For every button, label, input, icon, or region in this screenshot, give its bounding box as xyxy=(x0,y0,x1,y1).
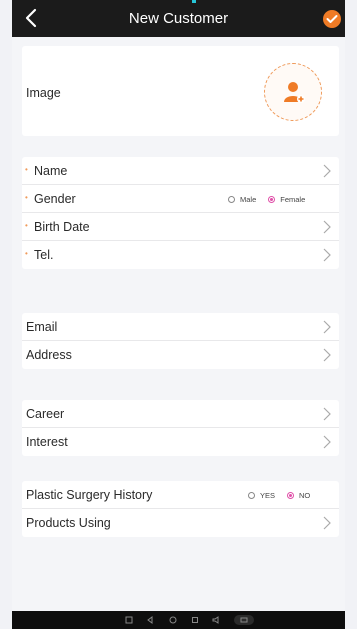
career-label: Career xyxy=(26,407,65,421)
gender-male-option[interactable]: Male xyxy=(228,195,256,204)
menu-nav-icon[interactable] xyxy=(124,615,134,625)
add-user-icon xyxy=(284,82,305,103)
gender-label: Gender xyxy=(34,192,76,206)
address-label: Address xyxy=(26,348,72,362)
birth-date-label: Birth Date xyxy=(34,220,90,234)
chevron-right-icon xyxy=(323,248,331,262)
chevron-right-icon xyxy=(323,348,331,362)
chevron-right-icon xyxy=(323,220,331,234)
gender-row: • Gender Male Female xyxy=(22,185,339,213)
name-row[interactable]: • Name xyxy=(22,157,339,185)
surgery-history-row: Plastic Surgery History YES NO xyxy=(22,481,339,509)
gender-radio-group: Male Female xyxy=(228,195,317,204)
radio-selected-icon xyxy=(268,196,276,203)
page-title: New Customer xyxy=(128,10,229,27)
recents-nav-icon[interactable] xyxy=(190,615,200,625)
app-header: New Customer xyxy=(12,0,345,37)
required-marker: • xyxy=(25,193,28,202)
required-marker: • xyxy=(25,221,28,230)
surgery-history-label: Plastic Surgery History xyxy=(26,488,153,502)
volume-nav-icon[interactable] xyxy=(211,615,221,625)
chevron-right-icon xyxy=(323,407,331,421)
profile-card: Career Interest xyxy=(22,400,339,456)
back-nav-icon[interactable] xyxy=(145,615,155,625)
avatar-upload-button[interactable] xyxy=(264,63,322,121)
products-using-row[interactable]: Products Using xyxy=(22,509,339,537)
system-nav-bar xyxy=(12,611,345,629)
surgery-radio-group: YES NO xyxy=(248,491,322,500)
tel-label: Tel. xyxy=(34,248,54,262)
app-frame: New Customer Image • Name • Gender Male … xyxy=(12,0,345,629)
confirm-check-icon[interactable] xyxy=(323,10,341,28)
tel-row[interactable]: • Tel. xyxy=(22,241,339,269)
career-row[interactable]: Career xyxy=(22,400,339,428)
image-card: Image xyxy=(22,46,339,136)
required-marker: • xyxy=(25,165,28,174)
interest-label: Interest xyxy=(26,435,68,449)
history-card: Plastic Surgery History YES NO Products … xyxy=(22,481,339,537)
products-using-label: Products Using xyxy=(26,516,111,530)
chevron-right-icon xyxy=(323,435,331,449)
screenshot-nav-icon[interactable] xyxy=(234,615,254,625)
radio-unselected-icon xyxy=(248,492,255,499)
chevron-right-icon xyxy=(323,516,331,530)
basic-info-card: • Name • Gender Male Female • Birth Date… xyxy=(22,157,339,269)
email-label: Email xyxy=(26,320,58,334)
name-label: Name xyxy=(34,164,68,178)
status-indicator xyxy=(192,0,196,3)
image-label: Image xyxy=(26,86,61,100)
radio-unselected-icon xyxy=(228,196,235,203)
interest-row[interactable]: Interest xyxy=(22,428,339,456)
surgery-no-option[interactable]: NO xyxy=(287,491,310,500)
gender-female-option[interactable]: Female xyxy=(268,195,305,204)
birth-date-row[interactable]: • Birth Date xyxy=(22,213,339,241)
chevron-right-icon xyxy=(323,164,331,178)
surgery-yes-option[interactable]: YES xyxy=(248,491,275,500)
chevron-right-icon xyxy=(323,320,331,334)
home-nav-icon[interactable] xyxy=(168,615,178,625)
required-marker: • xyxy=(25,249,28,258)
address-row[interactable]: Address xyxy=(22,341,339,369)
contact-card: Email Address xyxy=(22,313,339,369)
email-row[interactable]: Email xyxy=(22,313,339,341)
radio-selected-icon xyxy=(287,492,295,499)
